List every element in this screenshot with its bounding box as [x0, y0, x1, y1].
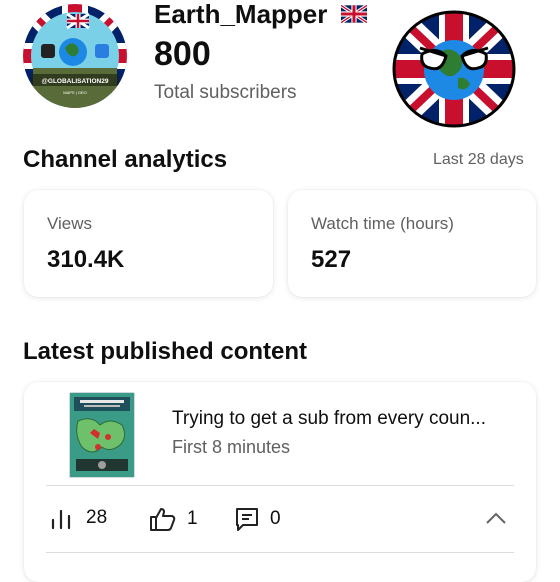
chevron-up-icon	[484, 510, 508, 526]
watch-time-label: Watch time (hours)	[311, 214, 454, 233]
views-card[interactable]: Views 310.4K	[24, 190, 273, 297]
video-subtitle: First 8 minutes	[172, 437, 291, 457]
avatar-caption: @GLOBALISATION29	[42, 78, 109, 85]
thumbs-up-icon	[149, 506, 177, 532]
views-label: Views	[47, 214, 93, 233]
channel-title: Earth_Mapper	[154, 0, 368, 32]
card-divider-bottom	[46, 552, 514, 553]
likes-stat[interactable]: 1	[149, 506, 198, 532]
watch-time-value: 527	[311, 246, 352, 273]
subscriber-count: 800	[154, 35, 211, 73]
comments-stat[interactable]: 0	[234, 506, 281, 532]
video-thumbnail[interactable]	[69, 392, 135, 478]
avatar-caption-small: MAPS | GEO	[63, 90, 87, 95]
views-value: 310.4K	[47, 246, 125, 273]
likes-count: 1	[187, 508, 198, 529]
views-count: 28	[86, 507, 108, 528]
watch-time-card[interactable]: Watch time (hours) 527	[288, 190, 536, 297]
comment-icon	[234, 506, 260, 532]
bar-chart-icon	[50, 506, 76, 530]
comments-count: 0	[270, 508, 281, 529]
channel-name: Earth_Mapper	[154, 0, 328, 29]
subscriber-label: Total subscribers	[154, 82, 297, 103]
collapse-button[interactable]	[484, 510, 508, 526]
latest-video-card[interactable]: Trying to get a sub from every coun... F…	[24, 382, 536, 582]
views-stat[interactable]: 28	[50, 506, 107, 530]
analytics-heading: Channel analytics	[23, 146, 228, 173]
channel-avatar[interactable]: @GLOBALISATION29 MAPS | GEO	[23, 4, 127, 108]
card-divider	[46, 485, 514, 486]
analytics-period: Last 28 days	[433, 151, 524, 168]
countryball-image	[390, 8, 518, 130]
video-title[interactable]: Trying to get a sub from every coun...	[172, 408, 522, 430]
latest-content-heading: Latest published content	[23, 338, 308, 365]
uk-flag-icon	[339, 0, 368, 30]
